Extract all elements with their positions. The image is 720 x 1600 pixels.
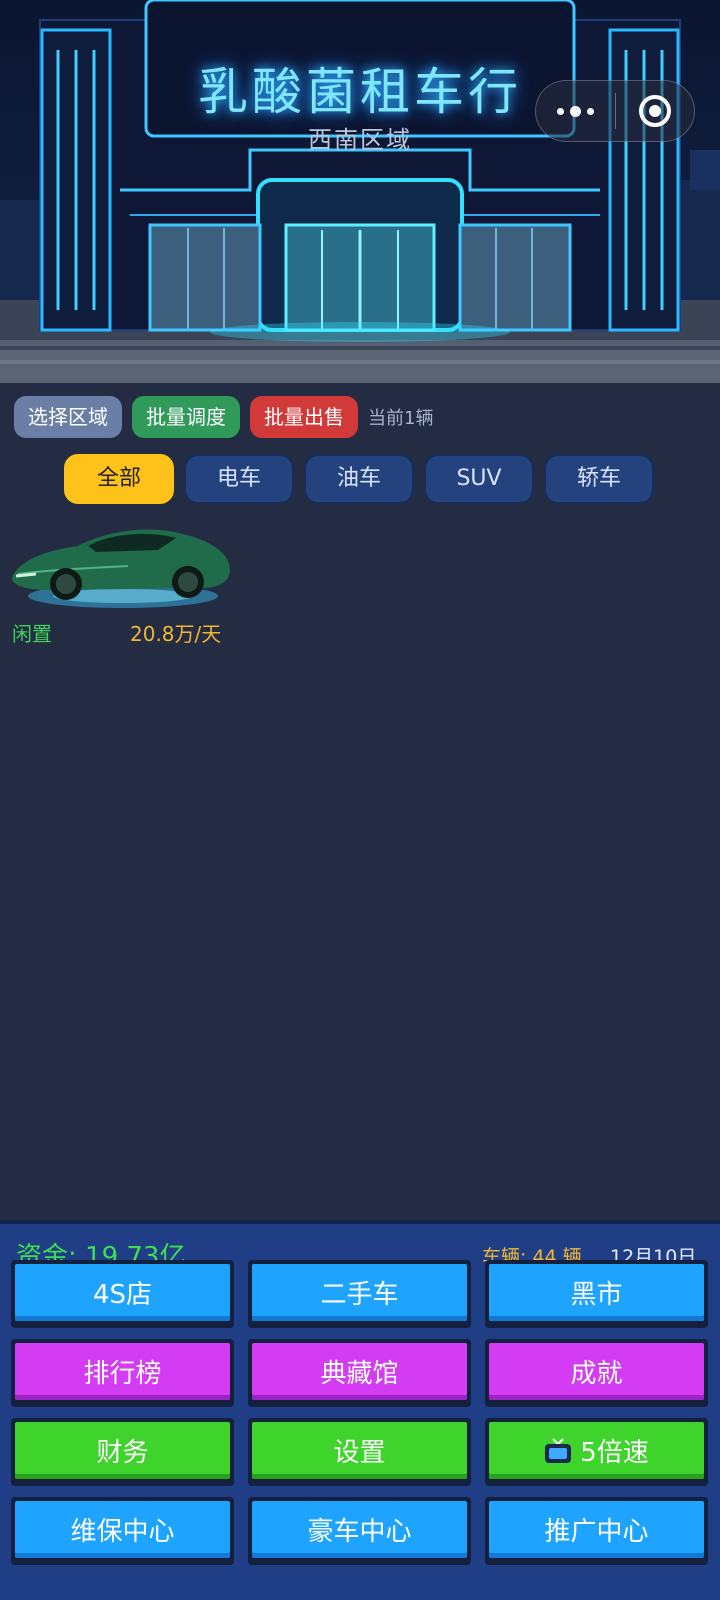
tv-icon (545, 1437, 572, 1463)
header-banner: 乳酸菌租车行 西南区域 (0, 0, 720, 383)
settings-button[interactable]: 设置 (248, 1418, 471, 1486)
batch-sell-button[interactable]: 批量出售 (250, 396, 358, 438)
tab-electric[interactable]: 电车 (184, 454, 294, 504)
car-status: 闲置 (12, 622, 52, 646)
mini-program-capsule (535, 80, 695, 142)
tab-fuel[interactable]: 油车 (304, 454, 414, 504)
leaderboard-label: 排行榜 (15, 1343, 230, 1400)
select-region-button[interactable]: 选择区域 (14, 396, 122, 438)
close-mini-program-icon[interactable] (616, 81, 695, 141)
more-options-icon[interactable] (536, 81, 615, 141)
shop-4s-button[interactable]: 4S店 (11, 1260, 234, 1328)
shop-4s-label: 4S店 (15, 1264, 230, 1321)
settings-label: 设置 (252, 1422, 467, 1479)
black-market-button[interactable]: 黑市 (485, 1260, 708, 1328)
achievement-button[interactable]: 成就 (485, 1339, 708, 1407)
current-count-label: 当前1辆 (368, 408, 434, 429)
action-row: 选择区域 批量调度 批量出售 当前1辆 (14, 396, 433, 438)
batch-dispatch-button[interactable]: 批量调度 (132, 396, 240, 438)
speed-button-face: 5倍速 (489, 1422, 704, 1479)
filter-tabs: 全部 电车 油车 SUV 轿车 (64, 454, 664, 504)
finance-label: 财务 (15, 1422, 230, 1479)
tab-sedan[interactable]: 轿车 (544, 454, 654, 504)
collection-label: 典藏馆 (252, 1343, 467, 1400)
car-card[interactable]: 闲置 20.8万/天 (8, 520, 238, 650)
promotion-center-label: 推广中心 (489, 1501, 704, 1558)
bottom-panel: 资金: 19.73亿 车辆: 44 辆 12月10日 4S店 二手车 黑市 排行… (0, 1220, 720, 1600)
luxury-center-label: 豪车中心 (252, 1501, 467, 1558)
collection-button[interactable]: 典藏馆 (248, 1339, 471, 1407)
luxury-center-button[interactable]: 豪车中心 (248, 1497, 471, 1565)
tab-all[interactable]: 全部 (64, 454, 174, 504)
black-market-label: 黑市 (489, 1264, 704, 1321)
used-car-label: 二手车 (252, 1264, 467, 1321)
finance-button[interactable]: 财务 (11, 1418, 234, 1486)
speed-button[interactable]: 5倍速 (485, 1418, 708, 1486)
achievement-label: 成就 (489, 1343, 704, 1400)
promotion-center-button[interactable]: 推广中心 (485, 1497, 708, 1565)
maintenance-center-label: 维保中心 (15, 1501, 230, 1558)
speed-label: 5倍速 (580, 1438, 649, 1468)
maintenance-center-button[interactable]: 维保中心 (11, 1497, 234, 1565)
car-daily-price: 20.8万/天 (130, 622, 222, 646)
used-car-button[interactable]: 二手车 (248, 1260, 471, 1328)
leaderboard-button[interactable]: 排行榜 (11, 1339, 234, 1407)
tab-suv[interactable]: SUV (424, 454, 534, 504)
sports-car-image (12, 529, 230, 608)
